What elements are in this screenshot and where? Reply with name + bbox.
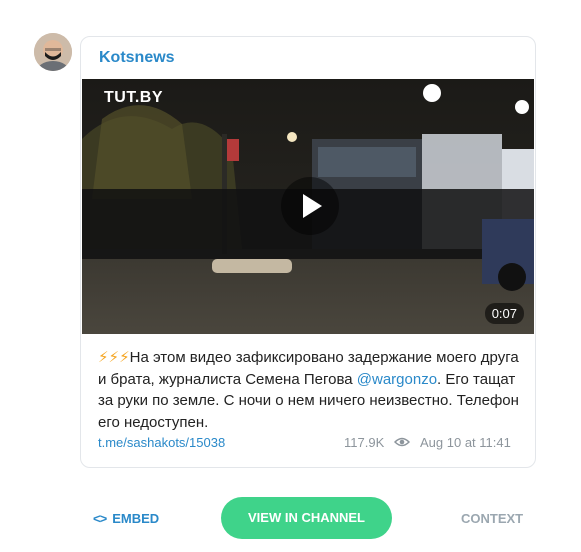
view-count: 117.9K (344, 435, 385, 450)
post-text: ⚡⚡⚡На этом видео зафиксировано задержани… (98, 347, 528, 433)
context-button[interactable]: CONTEXT (461, 511, 523, 526)
channel-name[interactable]: Kotsnews (99, 49, 175, 67)
embed-button[interactable]: <> EMBED (93, 511, 159, 526)
mention-link[interactable]: @wargonzo (357, 371, 437, 388)
channel-avatar[interactable] (34, 33, 72, 71)
eye-icon (393, 436, 411, 451)
post-card: Kotsnews TUT.BY 0:07 ⚡⚡⚡На этом видео за… (80, 36, 536, 468)
code-brackets-icon: <> (93, 511, 107, 526)
embed-label: EMBED (112, 511, 160, 526)
video-player[interactable]: TUT.BY 0:07 (82, 79, 534, 334)
video-watermark: TUT.BY (104, 89, 163, 106)
post-link[interactable]: t.me/sashakots/15038 (98, 435, 225, 450)
video-duration: 0:07 (484, 303, 524, 324)
bottom-actions: <> EMBED VIEW IN CHANNEL CONTEXT (0, 497, 581, 541)
post-date[interactable]: Aug 10 at 11:41 (420, 435, 511, 450)
lightning-emoji: ⚡⚡⚡ (98, 349, 130, 366)
post-meta: t.me/sashakots/15038 117.9K Aug 10 at 11… (98, 435, 518, 450)
view-in-channel-button[interactable]: VIEW IN CHANNEL (221, 497, 392, 539)
play-icon[interactable] (281, 177, 339, 235)
